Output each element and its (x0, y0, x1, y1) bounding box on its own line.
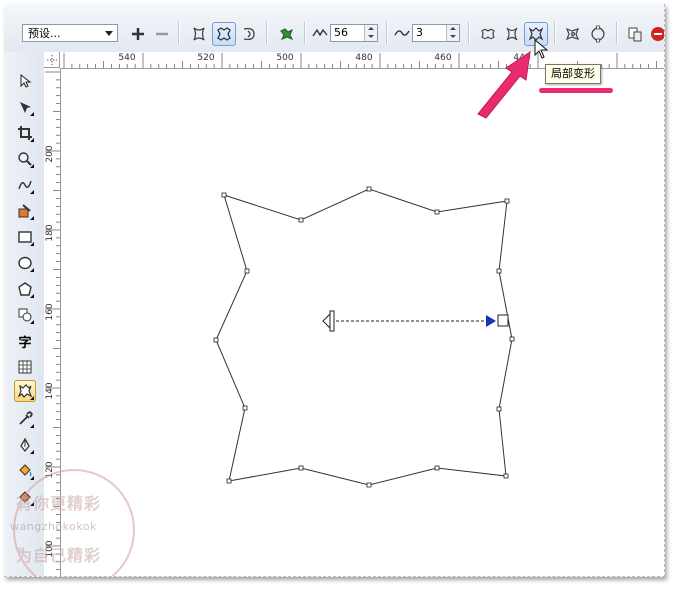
distortion-end-handle[interactable] (497, 314, 509, 327)
node-handle[interactable] (244, 268, 250, 274)
rectangle-tool[interactable] (14, 226, 36, 248)
preset-dropdown[interactable]: 预设... (22, 24, 118, 42)
node-handle[interactable] (366, 482, 372, 488)
watermark-line2: wangzhokokok (10, 520, 97, 533)
push-distort-icon (193, 27, 205, 41)
ellipse-tool[interactable] (14, 252, 36, 274)
amplitude-spinner[interactable]: 3 (412, 24, 460, 42)
start-bar-icon (329, 310, 335, 332)
remove-preset-button[interactable] (150, 22, 174, 46)
ruler-origin[interactable] (44, 52, 60, 68)
property-bar: 预设... 56 3 (4, 4, 664, 53)
node-handle[interactable] (434, 209, 440, 215)
convert-to-curves-button[interactable] (586, 22, 610, 46)
app-window: 预设... 56 3 字 540 520 500 480 460 200 180… (4, 4, 665, 577)
distortion-slider-arrow-icon[interactable] (486, 315, 496, 327)
distort-zipper-button[interactable] (212, 22, 236, 46)
mouse-cursor-icon (534, 38, 549, 59)
add-new-distortion-button[interactable] (275, 22, 299, 46)
add-distortion-icon (280, 28, 294, 40)
ruler-h-label: 500 (276, 53, 294, 63)
preset-value: 预设... (28, 27, 61, 40)
text-tool[interactable]: 字 (14, 330, 36, 352)
shape-nodes (213, 186, 515, 488)
table-tool[interactable] (14, 356, 36, 378)
crop-tool[interactable] (14, 122, 36, 144)
ruler-v-label: 180 (45, 224, 55, 242)
distort-push-button[interactable] (187, 22, 211, 46)
ruler-v-label: 160 (45, 303, 55, 321)
node-handle[interactable] (509, 336, 515, 342)
convert-curves-icon (591, 25, 605, 43)
distorted-shape[interactable] (215, 188, 513, 486)
clear-distortion-button[interactable] (646, 22, 664, 46)
ruler-v-label: 200 (45, 145, 55, 163)
frequency-down-button[interactable] (364, 33, 377, 41)
node-handle[interactable] (221, 192, 227, 198)
watermark: 有你更精彩 wangzhokokok 为自己精彩 (4, 460, 144, 576)
watermark-line1: 有你更精彩 (16, 494, 102, 513)
clear-distortion-icon (651, 27, 664, 41)
distort-twister-button[interactable] (237, 22, 261, 46)
ruler-h-label: 520 (197, 53, 215, 63)
twister-distort-icon (243, 27, 255, 41)
node-handle[interactable] (503, 473, 509, 479)
shape-tool[interactable] (14, 96, 36, 118)
ruler-h-label: 480 (355, 53, 373, 63)
zoom-tool[interactable] (14, 148, 36, 170)
copy-properties-icon (628, 27, 642, 42)
node-handle[interactable] (496, 406, 502, 412)
smart-fill-tool[interactable] (14, 200, 36, 222)
node-handle[interactable] (496, 268, 502, 274)
outline-pen-tool[interactable] (14, 434, 36, 456)
node-handle[interactable] (434, 465, 440, 471)
drawing-canvas[interactable] (61, 69, 664, 576)
distortion-start-handle[interactable] (322, 310, 335, 332)
node-handle[interactable] (226, 478, 232, 484)
node-handle[interactable] (366, 186, 372, 192)
distorted-shape-layer (213, 186, 515, 488)
plus-icon (132, 28, 144, 40)
pointer-icon (20, 73, 32, 88)
table-icon (18, 360, 32, 374)
add-preset-button[interactable] (126, 22, 150, 46)
frequency-value: 56 (334, 26, 348, 39)
freehand-tool[interactable] (14, 174, 36, 196)
distort-tool[interactable] (14, 380, 36, 402)
frequency-spinner[interactable]: 56 (330, 24, 378, 42)
eyedropper-tool[interactable] (14, 408, 36, 430)
node-handle[interactable] (242, 405, 248, 411)
basic-shapes-tool[interactable] (14, 304, 36, 326)
diamond-handle-icon (322, 312, 331, 330)
node-handle[interactable] (213, 337, 219, 343)
polygon-tool[interactable] (14, 278, 36, 300)
node-handle[interactable] (504, 198, 510, 204)
chevron-down-icon (105, 31, 113, 36)
ruler-v-label: 140 (45, 382, 55, 400)
minus-icon (156, 32, 168, 36)
node-handle[interactable] (298, 465, 304, 471)
ruler-origin-icon (47, 55, 57, 65)
watermark-line3: 为自己精彩 (16, 546, 102, 565)
amplitude-icon (394, 30, 410, 36)
text-tool-label: 字 (18, 335, 32, 351)
copy-distortion-button[interactable] (623, 22, 647, 46)
zipper-distort-icon (217, 27, 231, 41)
amplitude-down-button[interactable] (446, 33, 459, 41)
center-distortion-button[interactable] (561, 22, 585, 46)
ruler-h-label: 460 (434, 53, 452, 63)
frequency-icon (312, 28, 328, 37)
center-distortion-icon (565, 27, 580, 41)
pick-tool[interactable] (14, 70, 36, 92)
node-handle[interactable] (298, 217, 304, 223)
ruler-h-label: 540 (118, 53, 136, 63)
amplitude-value: 3 (416, 26, 423, 39)
